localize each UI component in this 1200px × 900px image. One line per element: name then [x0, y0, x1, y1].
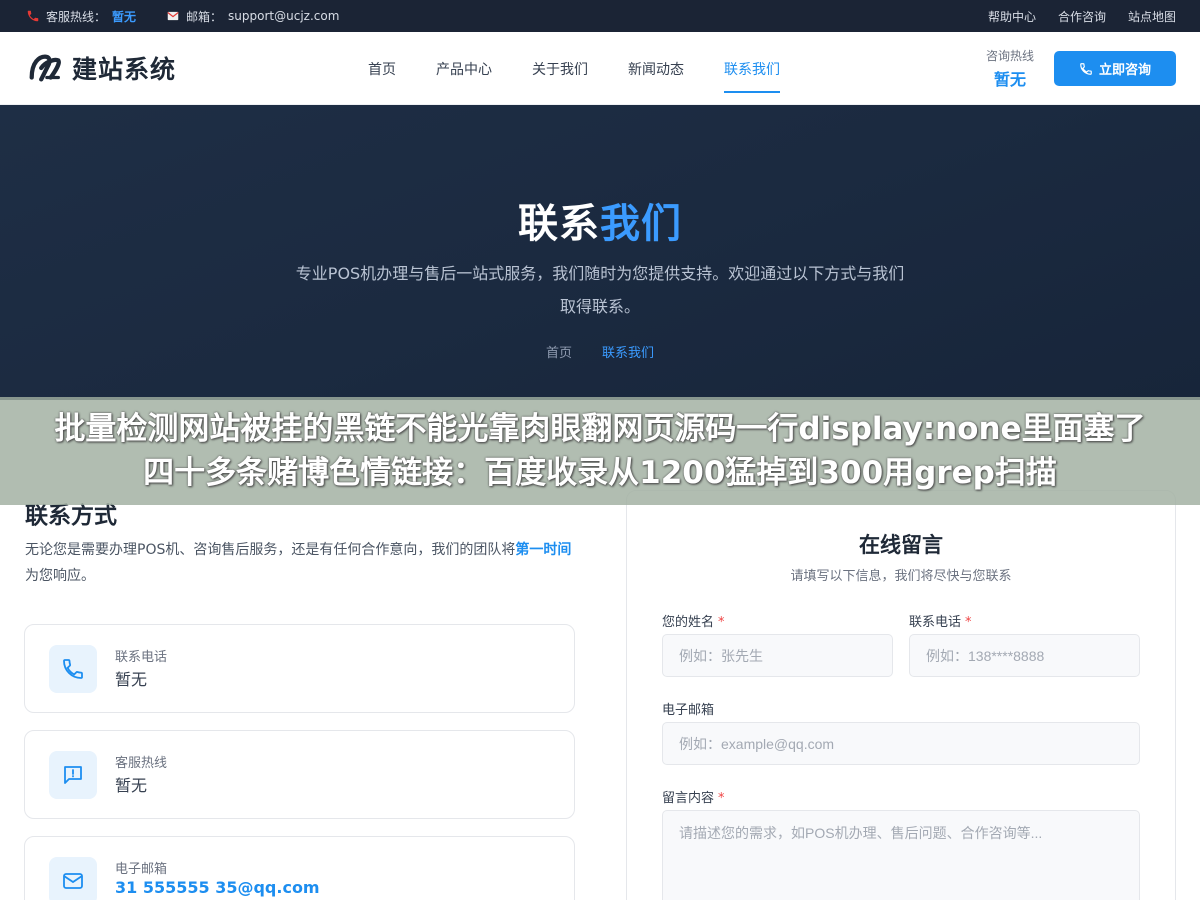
header-hotline: 咨询热线 暂无: [986, 47, 1034, 90]
nav-contact[interactable]: 联系我们: [724, 32, 780, 105]
overlay-text: 批量检测网站被挂的黑链不能光靠肉眼翻网页源码一行display:none里面塞了…: [54, 411, 1146, 491]
card-value: 暂无: [115, 776, 148, 795]
chat-icon: [64, 766, 82, 784]
card-label: 电子邮箱: [115, 862, 168, 877]
card-icon-box: [49, 857, 97, 900]
topbar-hotline-value: 暂无: [112, 9, 137, 24]
phone-label: 联系电话 *: [909, 611, 972, 630]
form-subtitle: 请填写以下信息，我们将尽快与您联系: [790, 569, 1012, 584]
required-mark: *: [718, 615, 725, 630]
card-label: 客服热线: [115, 756, 168, 771]
nav-home[interactable]: 首页: [368, 32, 396, 105]
message-label-text: 留言内容: [662, 791, 715, 806]
consult-button[interactable]: 立即咨询: [1054, 51, 1176, 86]
header-hotline-value: 暂无: [994, 70, 1027, 89]
contact-description: 无论您是需要办理POS机、咨询售后服务，还是有任何合作意向，我们的团队将第一时间…: [25, 537, 575, 589]
mail-icon: [63, 873, 83, 889]
header-hotline-label: 咨询热线: [986, 49, 1035, 63]
top-bar: 客服热线： 暂无 邮箱： support@ucjz.com 帮助中心 合作咨询 …: [0, 0, 1200, 32]
email-label: 电子邮箱: [662, 703, 715, 718]
nav-about[interactable]: 关于我们: [532, 32, 588, 105]
contact-desc-part2: 为您响应。: [25, 568, 95, 584]
message-label: 留言内容 *: [662, 787, 725, 806]
site-header: 建站系统 首页 产品中心 关于我们 新闻动态 联系我们 咨询热线 暂无 立即咨询: [0, 32, 1200, 105]
page-title-part2: 我们: [600, 201, 682, 247]
mail-icon: [167, 11, 179, 21]
page-title-part1: 联系: [518, 201, 600, 247]
link-help-center[interactable]: 帮助中心: [988, 8, 1036, 25]
main-nav: 首页 产品中心 关于我们 新闻动态 联系我们: [368, 32, 780, 105]
contact-card-email: 电子邮箱 31 555555 35@qq.com: [24, 836, 575, 900]
topbar-email-label: 邮箱：: [186, 9, 223, 24]
topbar-email-value[interactable]: support@ucjz.com: [228, 9, 339, 23]
contact-card-phone: 联系电话 暂无: [24, 624, 575, 713]
breadcrumb-current: 联系我们: [602, 346, 655, 361]
nav-products[interactable]: 产品中心: [436, 32, 492, 105]
contact-card-hotline: 客服热线 暂无: [24, 730, 575, 819]
overlay-banner: 批量检测网站被挂的黑链不能光靠肉眼翻网页源码一行display:none里面塞了…: [0, 397, 1200, 505]
phone-icon: [1080, 62, 1092, 75]
logo-mark-icon: [29, 54, 61, 82]
nav-news[interactable]: 新闻动态: [628, 32, 684, 105]
link-sitemap[interactable]: 站点地图: [1128, 8, 1176, 25]
page-title: 联系我们: [0, 191, 1200, 249]
topbar-links: 帮助中心 合作咨询 站点地图: [988, 0, 1176, 32]
name-label: 您的姓名 *: [662, 611, 725, 630]
link-cooperation[interactable]: 合作咨询: [1058, 8, 1106, 25]
phone-icon: [27, 10, 39, 22]
required-mark: *: [965, 615, 972, 630]
phone-input[interactable]: [909, 634, 1140, 677]
message-textarea[interactable]: [662, 810, 1140, 900]
message-form: 在线留言 请填写以下信息，我们将尽快与您联系 您的姓名* 联系电话* 电子邮箱 …: [626, 490, 1176, 900]
card-icon-box: [49, 751, 97, 799]
hero-banner: 联系我们 专业POS机办理与售后一站式服务，我们随时为您提供支持。欢迎通过以下方…: [0, 105, 1200, 400]
name-label-text: 您的姓名: [662, 615, 715, 630]
phone-label-text: 联系电话: [909, 615, 962, 630]
card-value: 暂无: [115, 670, 148, 689]
card-label: 联系电话: [115, 650, 168, 665]
phone-icon: [63, 659, 83, 679]
breadcrumb: 首页 联系我们: [0, 342, 1200, 361]
required-mark: *: [718, 791, 725, 806]
name-input[interactable]: [662, 634, 893, 677]
breadcrumb-home[interactable]: 首页: [546, 342, 572, 361]
contact-desc-part1: 无论您是需要办理POS机、咨询售后服务，还是有任何合作意向，我们的团队将: [25, 542, 516, 558]
logo-text: 建站系统: [72, 55, 177, 84]
consult-button-label: 立即咨询: [1098, 63, 1151, 78]
form-title: 在线留言: [859, 533, 943, 557]
topbar-hotline-label: 客服热线：: [46, 9, 107, 24]
email-input[interactable]: [662, 722, 1140, 765]
site-logo[interactable]: 建站系统: [26, 48, 176, 88]
hero-description: 专业POS机办理与售后一站式服务，我们随时为您提供支持。欢迎通过以下方式与我们取…: [295, 264, 905, 316]
topbar-contact: 客服热线： 暂无 邮箱： support@ucjz.com: [26, 0, 339, 32]
card-value[interactable]: 31 555555 35@qq.com: [115, 878, 320, 897]
contact-desc-highlight: 第一时间: [515, 542, 572, 558]
card-icon-box: [49, 645, 97, 693]
